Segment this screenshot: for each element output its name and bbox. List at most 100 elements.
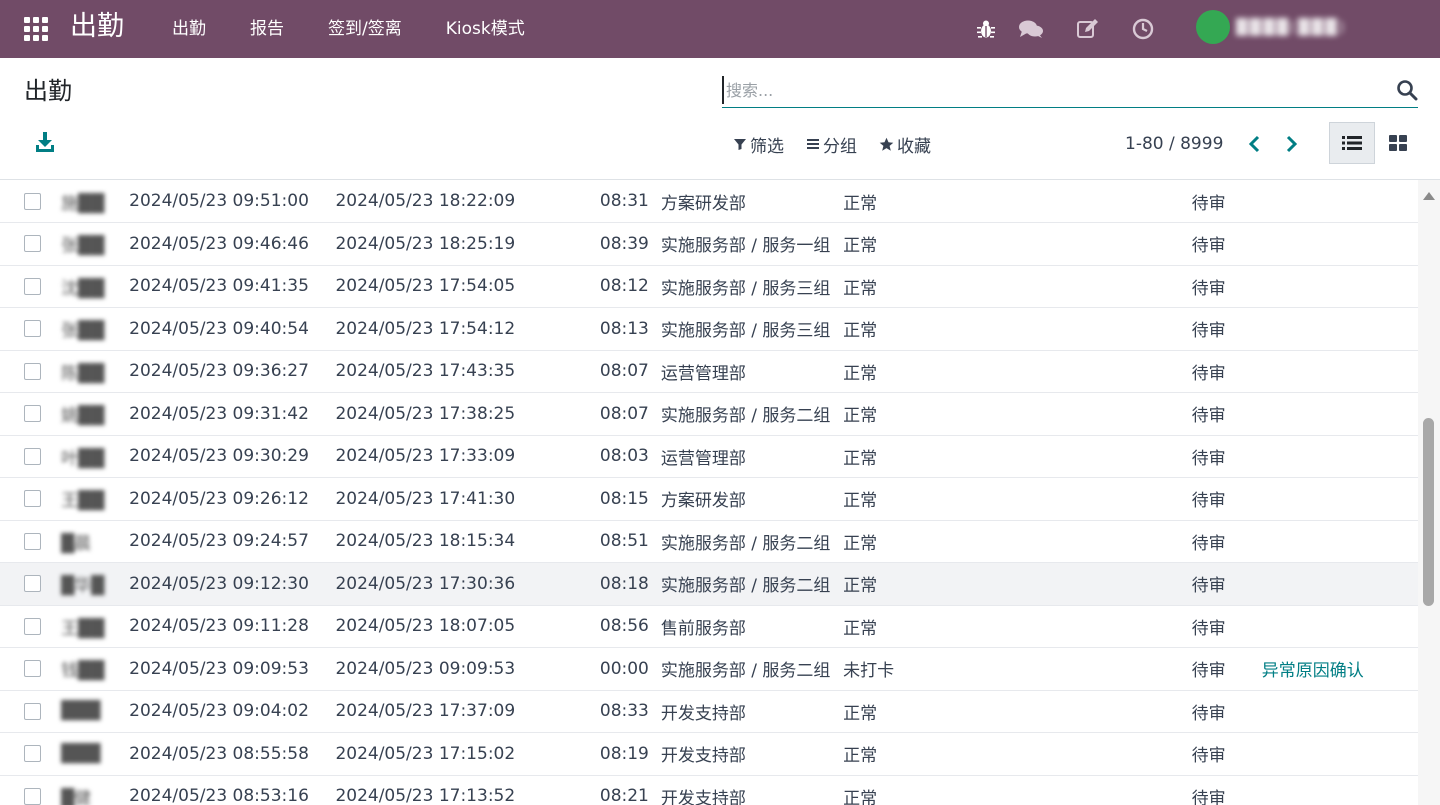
employee-name-cell: 姚██ bbox=[54, 393, 128, 436]
row-checkbox[interactable] bbox=[24, 405, 41, 423]
approval-status: 待审 bbox=[1191, 193, 1226, 214]
row-checkbox[interactable] bbox=[24, 447, 41, 465]
row-checkbox[interactable] bbox=[24, 277, 41, 295]
employee-name-cell: █晨 bbox=[54, 520, 128, 563]
menu-item-reports[interactable]: 报告 bbox=[226, 0, 304, 58]
department: 方案研发部 bbox=[660, 491, 746, 512]
row-checkbox[interactable] bbox=[24, 532, 41, 550]
row-checkbox-cell bbox=[0, 775, 54, 805]
row-checkbox[interactable] bbox=[24, 575, 41, 593]
employee-name-cell: 张██ bbox=[54, 223, 128, 266]
favorites-button[interactable]: 收藏 bbox=[879, 132, 931, 157]
table-row[interactable]: 张██ 2024/05/23 09:46:46 2024/05/23 18:25:1… bbox=[0, 223, 1418, 266]
row-checkbox-cell bbox=[0, 180, 54, 223]
employee-name: 王██ bbox=[61, 618, 105, 639]
row-checkbox-cell bbox=[0, 435, 54, 478]
worked-hours: 00:00 bbox=[599, 658, 649, 679]
department: 实施服务部 / 服务二组 bbox=[660, 576, 831, 597]
attendance-status: 正常 bbox=[843, 406, 878, 427]
table-row[interactable]: 姚██ 2024/05/23 09:31:42 2024/05/23 17:38:2… bbox=[0, 393, 1418, 436]
chat-icon[interactable] bbox=[1018, 17, 1043, 41]
row-checkbox-cell bbox=[0, 223, 54, 266]
download-icon[interactable] bbox=[34, 131, 56, 153]
table-row[interactable]: █华█ 2024/05/23 09:12:30 2024/05/23 17:30:3… bbox=[0, 562, 1418, 606]
approval-status: 待审 bbox=[1191, 746, 1226, 767]
clock-icon[interactable] bbox=[1131, 17, 1155, 41]
department: 实施服务部 / 服务二组 bbox=[660, 533, 831, 554]
worked-hours: 08:39 bbox=[599, 233, 649, 254]
table-row[interactable]: 沈██ 2024/05/23 09:41:35 2024/05/23 17:54:0… bbox=[0, 265, 1418, 308]
row-checkbox[interactable] bbox=[24, 192, 41, 210]
table-row[interactable]: 王██ 2024/05/23 09:11:28 2024/05/23 18:07:0… bbox=[0, 605, 1418, 648]
row-checkbox[interactable] bbox=[24, 745, 41, 763]
attendance-status: 正常 bbox=[843, 193, 878, 214]
table-row[interactable]: 施██ 2024/05/23 09:51:00 2024/05/23 18:22:0… bbox=[0, 180, 1418, 223]
department: 运营管理部 bbox=[660, 448, 746, 469]
bug-icon[interactable] bbox=[974, 17, 998, 41]
table-row[interactable]: █晨 2024/05/23 09:24:57 2024/05/23 18:15:34… bbox=[0, 520, 1418, 563]
approval-status: 待审 bbox=[1191, 363, 1226, 384]
table-row[interactable]: 陈██ 2024/05/23 09:36:27 2024/05/23 17:43:3… bbox=[0, 350, 1418, 393]
menu-item-check-in-out[interactable]: 签到/签离 bbox=[304, 0, 422, 58]
check-in-time: 2024/05/23 09:26:12 bbox=[129, 488, 309, 509]
row-checkbox[interactable] bbox=[24, 490, 41, 508]
check-out-time: 2024/05/23 17:54:05 bbox=[335, 276, 516, 297]
row-checkbox[interactable] bbox=[24, 702, 41, 720]
edit-icon[interactable] bbox=[1075, 17, 1099, 41]
scrollbar-thumb[interactable] bbox=[1423, 418, 1434, 606]
scroll-up-icon[interactable] bbox=[1423, 192, 1435, 200]
table-row[interactable]: █健 2024/05/23 08:53:16 2024/05/23 17:13:52… bbox=[0, 775, 1418, 805]
filter-button[interactable]: 筛选 bbox=[733, 132, 784, 157]
check-in-time: 2024/05/23 09:04:02 bbox=[129, 701, 309, 722]
table-row[interactable]: ███ 2024/05/23 08:55:58 2024/05/23 17:15:0… bbox=[0, 733, 1418, 775]
worked-hours: 08:15 bbox=[599, 488, 649, 509]
check-out-time: 2024/05/23 17:15:02 bbox=[335, 743, 516, 764]
search-icon[interactable] bbox=[1396, 79, 1418, 101]
kanban-view-icon[interactable] bbox=[1375, 122, 1421, 164]
row-checkbox[interactable] bbox=[24, 235, 41, 253]
attendance-status: 正常 bbox=[843, 236, 878, 257]
table-row[interactable]: 叶██ 2024/05/23 09:30:29 2024/05/23 17:33:0… bbox=[0, 435, 1418, 478]
approval-status: 待审 bbox=[1191, 576, 1226, 597]
menu-item-attendance[interactable]: 出勤 bbox=[152, 0, 226, 58]
employee-name: 张██ bbox=[61, 236, 105, 257]
app-brand[interactable]: 出勤 bbox=[70, 9, 124, 45]
row-checkbox[interactable] bbox=[24, 617, 41, 635]
vertical-scrollbar[interactable] bbox=[1418, 180, 1440, 805]
pager-previous-icon[interactable] bbox=[1241, 131, 1267, 157]
approval-status: 待审 bbox=[1191, 533, 1226, 554]
page-title: 出勤 bbox=[24, 77, 72, 105]
row-checkbox[interactable] bbox=[24, 320, 41, 338]
table-row[interactable]: 钱██ 2024/05/23 09:09:53 2024/05/23 09:09:5… bbox=[0, 648, 1418, 691]
table-row[interactable]: 王██ 2024/05/23 09:26:12 2024/05/23 17:41:3… bbox=[0, 478, 1418, 520]
top-navbar: 出勤 出勤 报告 签到/签离 Kiosk模式 ████(███) bbox=[0, 0, 1440, 58]
employee-name: 姚██ bbox=[61, 406, 105, 427]
attendance-status: 正常 bbox=[843, 703, 878, 724]
employee-name: ███ bbox=[61, 701, 101, 722]
employee-name-cell: █华█ bbox=[54, 563, 128, 606]
group-by-button[interactable]: 分组 bbox=[806, 132, 857, 157]
pager-value[interactable]: 1-80 / 8999 bbox=[1125, 134, 1223, 154]
table-row[interactable]: ███ 2024/05/23 09:04:02 2024/05/23 17:37:0… bbox=[0, 690, 1418, 733]
menu-item-kiosk-mode[interactable]: Kiosk模式 bbox=[422, 0, 545, 58]
row-checkbox[interactable] bbox=[24, 660, 41, 678]
check-out-time: 2024/05/23 17:43:35 bbox=[335, 361, 516, 382]
row-checkbox-cell bbox=[0, 393, 54, 436]
search-input[interactable] bbox=[722, 76, 1382, 104]
row-checkbox[interactable] bbox=[24, 362, 41, 380]
user-avatar[interactable] bbox=[1196, 10, 1230, 44]
user-name[interactable]: ████(███) bbox=[1236, 14, 1426, 40]
favorites-label: 收藏 bbox=[897, 136, 931, 157]
worked-hours: 08:18 bbox=[599, 573, 649, 594]
row-checkbox-cell bbox=[0, 350, 54, 393]
row-checkbox-cell bbox=[0, 520, 54, 563]
attendance-table: 施██ 2024/05/23 09:51:00 2024/05/23 18:22:0… bbox=[0, 180, 1418, 805]
action-cell bbox=[1262, 180, 1418, 223]
list-view-icon[interactable] bbox=[1329, 122, 1375, 164]
apps-grid-icon[interactable] bbox=[22, 15, 50, 43]
row-checkbox[interactable] bbox=[24, 787, 41, 805]
confirm-exception-button[interactable]: 异常原因确认 bbox=[1262, 661, 1364, 681]
pager-next-icon[interactable] bbox=[1279, 131, 1305, 157]
employee-name-cell: 钱██ bbox=[54, 648, 128, 691]
table-row[interactable]: 张██ 2024/05/23 09:40:54 2024/05/23 17:54:1… bbox=[0, 308, 1418, 350]
